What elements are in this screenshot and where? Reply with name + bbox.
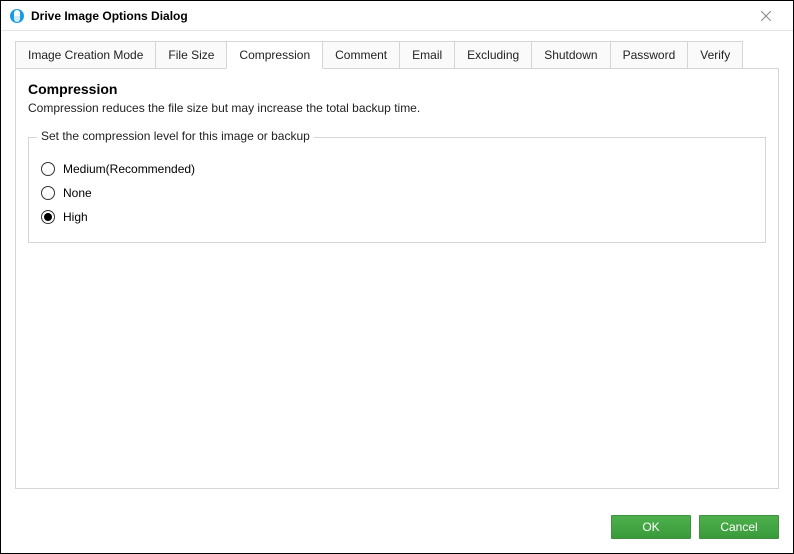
button-row: OK Cancel [611, 515, 779, 539]
radio-option-none[interactable]: None [41, 182, 753, 204]
tab-strip: Image Creation Mode File Size Compressio… [15, 41, 779, 69]
tab-password[interactable]: Password [610, 41, 689, 68]
radio-label: None [63, 186, 92, 200]
radio-option-medium[interactable]: Medium(Recommended) [41, 158, 753, 180]
titlebar: Drive Image Options Dialog [1, 1, 793, 31]
radio-label: Medium(Recommended) [63, 162, 195, 176]
tab-label: Excluding [467, 48, 519, 62]
tab-shutdown[interactable]: Shutdown [531, 41, 610, 68]
radio-icon [41, 186, 55, 200]
radio-icon [41, 210, 55, 224]
tab-email[interactable]: Email [399, 41, 455, 68]
tab-file-size[interactable]: File Size [155, 41, 227, 68]
tab-label: Image Creation Mode [28, 48, 143, 62]
window-title: Drive Image Options Dialog [31, 9, 188, 23]
tab-verify[interactable]: Verify [687, 41, 743, 68]
compression-level-group: Set the compression level for this image… [28, 137, 766, 243]
tab-comment[interactable]: Comment [322, 41, 400, 68]
radio-icon [41, 162, 55, 176]
app-icon [9, 8, 25, 24]
tab-compression[interactable]: Compression [226, 41, 323, 69]
tab-label: Comment [335, 48, 387, 62]
tab-label: Password [623, 48, 676, 62]
content-area: Image Creation Mode File Size Compressio… [1, 31, 793, 489]
ok-button[interactable]: OK [611, 515, 691, 539]
close-icon [761, 11, 771, 21]
section-title: Compression [28, 81, 766, 97]
tab-image-creation-mode[interactable]: Image Creation Mode [15, 41, 156, 68]
tab-excluding[interactable]: Excluding [454, 41, 532, 68]
radio-label: High [63, 210, 88, 224]
tab-panel: Compression Compression reduces the file… [15, 69, 779, 489]
tab-label: Shutdown [544, 48, 597, 62]
tab-label: Compression [239, 48, 310, 62]
window-close-button[interactable] [743, 1, 789, 31]
button-label: OK [642, 520, 659, 534]
radio-option-high[interactable]: High [41, 206, 753, 228]
tab-label: File Size [168, 48, 214, 62]
section-description: Compression reduces the file size but ma… [28, 101, 766, 115]
group-legend: Set the compression level for this image… [37, 129, 314, 143]
titlebar-separator [1, 30, 793, 31]
tab-label: Email [412, 48, 442, 62]
tab-label: Verify [700, 48, 730, 62]
button-label: Cancel [720, 520, 757, 534]
cancel-button[interactable]: Cancel [699, 515, 779, 539]
